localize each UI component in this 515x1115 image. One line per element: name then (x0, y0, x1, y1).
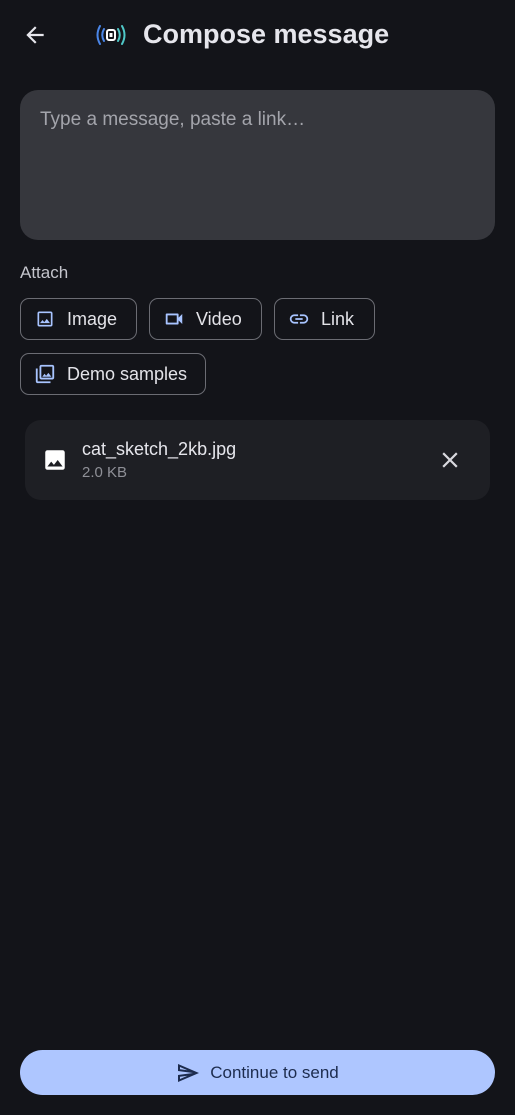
send-icon (178, 1063, 200, 1082)
demo-samples-label: Demo samples (67, 363, 188, 384)
attach-video-label: Video (196, 308, 242, 329)
attachment-filename: cat_sketch_2kb.jpg (82, 439, 237, 459)
photo-library-icon (34, 363, 56, 385)
attach-image-button[interactable]: Image (20, 298, 137, 340)
attach-link-label: Link (321, 308, 355, 329)
image-icon (42, 447, 68, 473)
page-title: Compose message (143, 19, 390, 49)
continue-to-send-label: Continue to send (210, 1062, 339, 1082)
arrow-left-icon (26, 26, 44, 44)
message-input[interactable] (20, 90, 495, 240)
attach-image-label: Image (67, 308, 118, 329)
back-button[interactable] (14, 14, 56, 56)
attachment-item: cat_sketch_2kb.jpg 2.0 KB (25, 420, 490, 500)
attach-link-button[interactable]: Link (274, 298, 375, 340)
video-icon (163, 308, 185, 330)
attachment-filesize: 2.0 KB (82, 464, 128, 481)
link-icon (288, 308, 310, 330)
continue-to-send-button[interactable]: Continue to send (20, 1050, 495, 1095)
close-icon (442, 452, 458, 468)
remove-attachment-button[interactable] (430, 440, 470, 480)
attach-video-button[interactable]: Video (149, 298, 262, 340)
app-bar: Compose message (0, 0, 515, 70)
demo-samples-button[interactable]: Demo samples (20, 353, 206, 395)
broadcast-icon (96, 25, 126, 45)
attach-section-label: Attach (20, 263, 69, 282)
image-icon (34, 308, 56, 330)
